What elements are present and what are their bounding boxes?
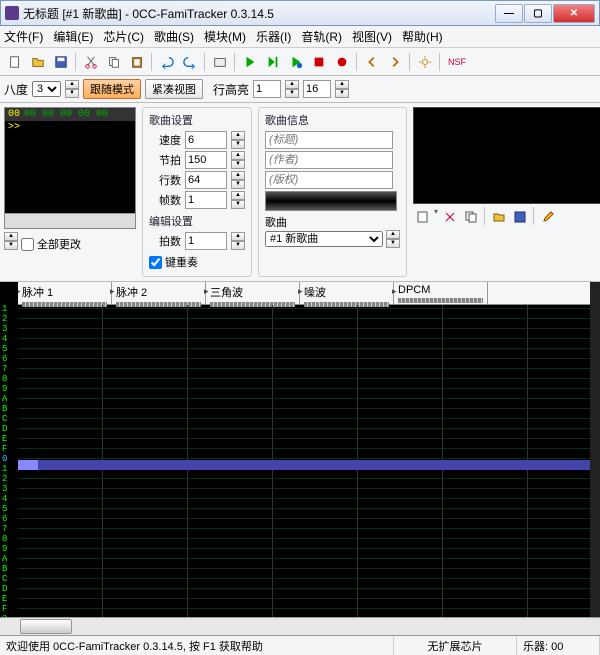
status-chip: 无扩展芯片 — [394, 636, 517, 655]
channel-header-pulse2[interactable]: ▸脉冲 2 — [112, 282, 206, 304]
row-highlight-1-input[interactable] — [253, 80, 281, 98]
menu-file[interactable]: 文件(F) — [4, 28, 43, 45]
cut-icon[interactable] — [80, 51, 101, 72]
status-instrument: 乐器: 00 — [517, 636, 600, 655]
edit-settings-title: 编辑设置 — [149, 213, 245, 229]
inst-clone-icon[interactable] — [461, 207, 480, 226]
change-all-label: 全部更改 — [37, 236, 81, 252]
channel-header-noise[interactable]: ▸噪波 — [300, 282, 394, 304]
octave-spinner[interactable]: ▲▼ — [65, 80, 79, 98]
key-repeat-checkbox[interactable] — [149, 256, 162, 269]
menu-view[interactable]: 视图(V) — [352, 28, 392, 45]
next-frame-icon[interactable] — [384, 51, 405, 72]
song-dropdown-label: 歌曲 — [265, 214, 400, 230]
frame-scrollbar[interactable] — [5, 213, 135, 228]
song-name-input[interactable] — [265, 131, 393, 149]
module-props-icon[interactable] — [209, 51, 230, 72]
menu-bar: 文件(F) 编辑(E) 芯片(C) 歌曲(S) 模块(M) 乐器(I) 音轨(R… — [0, 26, 600, 48]
follow-mode-button[interactable]: 跟随模式 — [83, 79, 141, 99]
inst-load-icon[interactable] — [489, 207, 508, 226]
speed-input[interactable] — [185, 131, 227, 149]
tempo-spin[interactable]: ▲▼ — [231, 151, 245, 169]
menu-edit[interactable]: 编辑(E) — [53, 28, 93, 45]
frame-stepper[interactable]: ▲▼ — [4, 232, 18, 250]
cursor-cell — [18, 460, 38, 470]
inst-save-icon[interactable] — [510, 207, 529, 226]
app-icon — [5, 6, 19, 20]
song-artist-input[interactable] — [265, 151, 393, 169]
compact-view-button[interactable]: 紧凑视图 — [145, 79, 203, 99]
song-copyright-input[interactable] — [265, 171, 393, 189]
menu-module[interactable]: 模块(M) — [204, 28, 246, 45]
frame-editor[interactable]: 0000 00 00 00 00 >> — [4, 107, 136, 229]
tempo-input[interactable] — [185, 151, 227, 169]
menu-instrument[interactable]: 乐器(I) — [256, 28, 291, 45]
inst-new-icon[interactable] — [413, 207, 432, 226]
minimize-button[interactable]: — — [495, 4, 523, 23]
instrument-list[interactable] — [413, 107, 600, 204]
prev-frame-icon[interactable] — [361, 51, 382, 72]
rows-spin[interactable]: ▲▼ — [231, 171, 245, 189]
octave-label: 八度 — [4, 81, 28, 98]
new-icon[interactable] — [4, 51, 25, 72]
song-select[interactable]: #1 新歌曲 — [265, 231, 383, 247]
frames-input[interactable] — [185, 191, 227, 209]
close-button[interactable]: ✕ — [553, 4, 595, 23]
step-spin[interactable]: ▲▼ — [231, 232, 245, 250]
menu-track[interactable]: 音轨(R) — [301, 28, 342, 45]
status-welcome: 欢迎使用 0CC-FamiTracker 0.3.14.5, 按 F1 获取帮助 — [0, 636, 394, 655]
channel-header-triangle[interactable]: ▸三角波 — [206, 282, 300, 304]
sub-toolbar: 八度 3 ▲▼ 跟随模式 紧凑视图 行高亮 ▲▼ ▲▼ — [0, 76, 600, 103]
save-icon[interactable] — [50, 51, 71, 72]
play-pattern-icon[interactable] — [285, 51, 306, 72]
wave-display — [265, 191, 397, 211]
record-icon[interactable] — [331, 51, 352, 72]
status-bar: 欢迎使用 0CC-FamiTracker 0.3.14.5, 按 F1 获取帮助… — [0, 635, 600, 655]
row-highlight-2-input[interactable] — [303, 80, 331, 98]
change-all-checkbox[interactable] — [21, 238, 34, 251]
inst-edit-icon[interactable] — [538, 207, 557, 226]
song-info-title: 歌曲信息 — [265, 112, 400, 128]
pattern-hscroll[interactable] — [0, 617, 600, 635]
menu-song[interactable]: 歌曲(S) — [154, 28, 194, 45]
menu-chip[interactable]: 芯片(C) — [103, 28, 144, 45]
open-icon[interactable] — [27, 51, 48, 72]
window-title: 无标题 [#1 新歌曲] - 0CC-FamiTracker 0.3.14.5 — [23, 5, 495, 22]
cursor-row — [18, 460, 590, 470]
menu-help[interactable]: 帮助(H) — [402, 28, 443, 45]
settings-icon[interactable] — [414, 51, 435, 72]
main-toolbar: NSF — [0, 48, 600, 76]
frames-spin[interactable]: ▲▼ — [231, 191, 245, 209]
song-spin[interactable]: ▲▼ — [386, 230, 400, 248]
play-loop-icon[interactable] — [262, 51, 283, 72]
copy-icon[interactable] — [103, 51, 124, 72]
rowhl1-spinner[interactable]: ▲▼ — [285, 80, 299, 98]
song-settings-title: 歌曲设置 — [149, 112, 245, 128]
octave-select[interactable]: 3 — [32, 81, 61, 97]
channel-header-dpcm[interactable]: ▸DPCM — [394, 282, 488, 304]
rows-input[interactable] — [185, 171, 227, 189]
nsf-export-icon[interactable]: NSF — [444, 51, 470, 72]
speed-spin[interactable]: ▲▼ — [231, 131, 245, 149]
inst-remove-icon[interactable] — [440, 207, 459, 226]
rowhl2-spinner[interactable]: ▲▼ — [335, 80, 349, 98]
redo-icon[interactable] — [179, 51, 200, 72]
maximize-button[interactable]: ▢ — [524, 4, 552, 23]
pattern-editor[interactable] — [18, 305, 590, 617]
paste-icon[interactable] — [126, 51, 147, 72]
undo-icon[interactable] — [156, 51, 177, 72]
stop-icon[interactable] — [308, 51, 329, 72]
step-input[interactable] — [185, 232, 227, 250]
play-icon[interactable] — [239, 51, 260, 72]
pattern-vscroll[interactable] — [590, 282, 600, 617]
channel-header-pulse1[interactable]: ▸脉冲 1 — [18, 282, 112, 304]
row-highlight-label: 行高亮 — [213, 81, 249, 98]
row-labels: 123456789ABCDEF0123456789ABCDEF01 — [0, 282, 18, 617]
